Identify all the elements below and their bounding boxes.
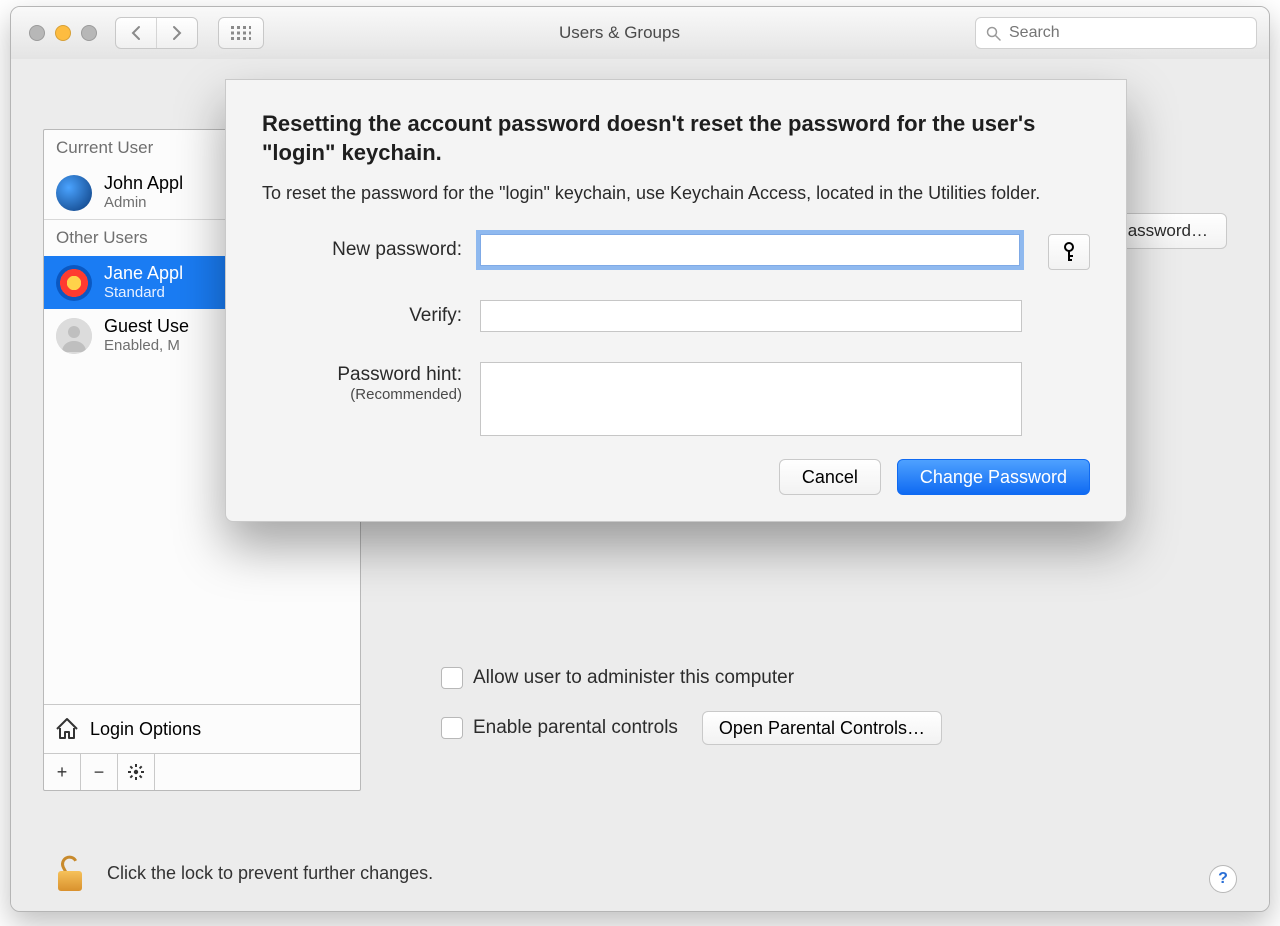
chevron-right-icon — [171, 25, 183, 41]
user-role: Enabled, M — [104, 337, 189, 354]
search-icon — [986, 26, 1001, 41]
add-user-button[interactable]: + — [44, 754, 81, 790]
unlocked-lock-icon[interactable] — [53, 851, 87, 895]
action-menu-button[interactable] — [118, 754, 155, 790]
admin-checkbox-label: Allow user to administer this computer — [473, 667, 794, 689]
admin-checkbox-row: Allow user to administer this computer — [441, 667, 942, 689]
close-window-button[interactable] — [29, 25, 45, 41]
parental-checkbox-label: Enable parental controls — [473, 717, 678, 739]
avatar-target-icon — [56, 265, 92, 301]
window-title: Users & Groups — [274, 23, 965, 43]
new-password-label: New password: — [262, 234, 462, 261]
new-password-input[interactable] — [480, 234, 1020, 266]
grid-icon — [231, 26, 251, 40]
window-controls — [23, 25, 97, 41]
password-hint-label: Password hint: — [262, 364, 462, 386]
sheet-subtext: To reset the password for the "login" ke… — [262, 181, 1090, 206]
key-icon — [1062, 242, 1076, 262]
options-area: Allow user to administer this computer E… — [441, 667, 942, 767]
avatar-earth-icon — [56, 175, 92, 211]
avatar-guest-icon — [56, 318, 92, 354]
sheet-heading: Resetting the account password doesn't r… — [262, 110, 1090, 167]
back-button[interactable] — [116, 18, 156, 48]
titlebar: Users & Groups — [11, 7, 1269, 60]
user-role: Admin — [104, 194, 183, 211]
verify-password-input[interactable] — [480, 300, 1022, 332]
reset-password-sheet: Resetting the account password doesn't r… — [225, 79, 1127, 522]
user-role: Standard — [104, 284, 183, 301]
change-password-button[interactable]: Change Password — [897, 459, 1090, 495]
sidebar-tools: + − — [44, 753, 360, 790]
show-all-button[interactable] — [218, 17, 264, 49]
lock-text: Click the lock to prevent further change… — [107, 863, 433, 884]
parental-checkbox[interactable] — [441, 717, 463, 739]
search-field[interactable] — [975, 17, 1257, 49]
user-name: Jane Appl — [104, 264, 183, 282]
login-options-row[interactable]: Login Options — [44, 704, 360, 753]
remove-user-button[interactable]: − — [81, 754, 118, 790]
password-hint-input[interactable] — [480, 362, 1022, 436]
nav-back-forward — [115, 17, 198, 49]
admin-checkbox[interactable] — [441, 667, 463, 689]
lock-row: Click the lock to prevent further change… — [53, 851, 433, 895]
login-options-label: Login Options — [90, 719, 201, 740]
parental-checkbox-row: Enable parental controls Open Parental C… — [441, 711, 942, 745]
user-name: Guest Use — [104, 317, 189, 335]
minimize-window-button[interactable] — [55, 25, 71, 41]
prefs-window: Users & Groups Current User John Appl Ad… — [10, 6, 1270, 912]
chevron-left-icon — [130, 25, 142, 41]
password-hint-sublabel: (Recommended) — [262, 386, 462, 403]
open-parental-controls-button[interactable]: Open Parental Controls… — [702, 711, 942, 745]
search-input[interactable] — [1007, 23, 1246, 43]
verify-label: Verify: — [262, 300, 462, 327]
password-assistant-button[interactable] — [1048, 234, 1090, 270]
gear-icon — [128, 764, 144, 780]
zoom-window-button[interactable] — [81, 25, 97, 41]
cancel-button[interactable]: Cancel — [779, 459, 881, 495]
content-area: Current User John Appl Admin Other Users… — [11, 59, 1269, 911]
help-button[interactable]: ? — [1209, 865, 1237, 893]
forward-button[interactable] — [156, 18, 197, 48]
user-name: John Appl — [104, 174, 183, 192]
house-icon — [54, 716, 80, 742]
